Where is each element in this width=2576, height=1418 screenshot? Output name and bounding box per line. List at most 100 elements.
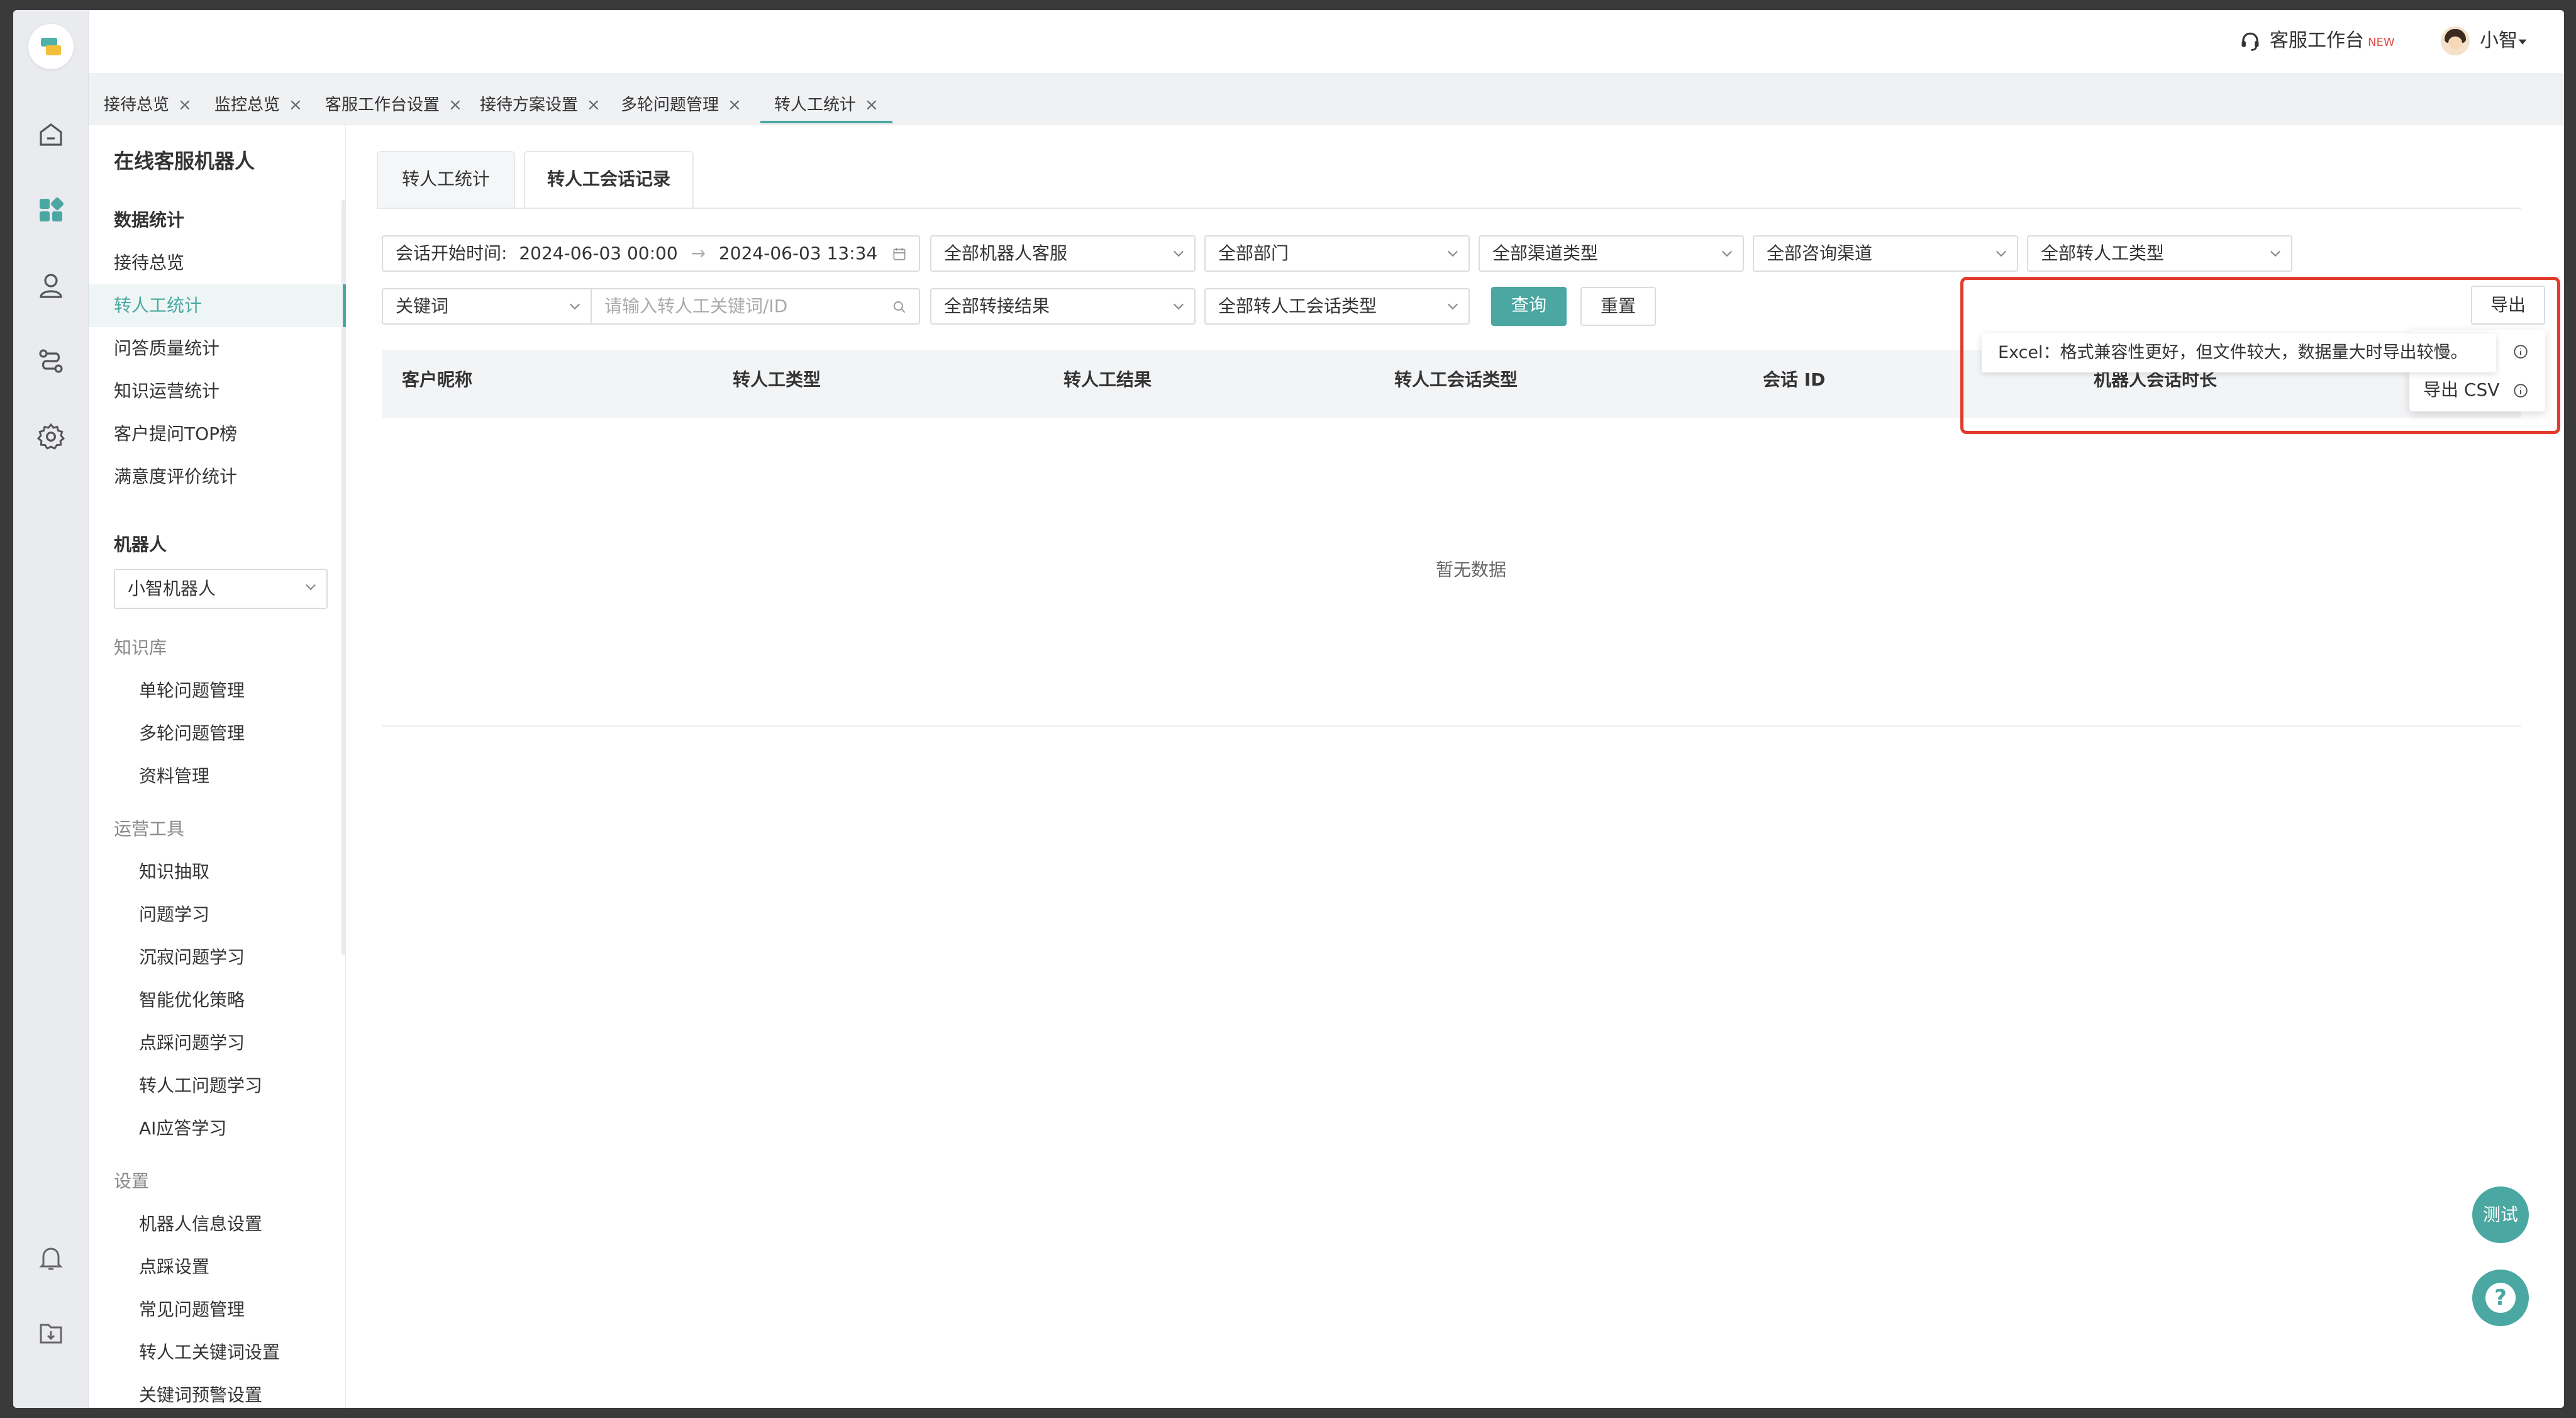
query-button[interactable]: 查询 <box>1491 287 1567 326</box>
tab-close-icon[interactable]: × <box>587 96 601 114</box>
new-badge: NEW <box>2368 36 2395 49</box>
column-customer-nickname: 客户昵称 <box>402 369 473 390</box>
calendar-icon <box>893 248 906 260</box>
robot-select-value: 小智机器人 <box>128 578 216 599</box>
sidebar-item-materials[interactable]: 资料管理 <box>139 765 209 788</box>
chevron-down-icon <box>1996 250 2006 257</box>
test-button[interactable]: 测试 <box>2472 1186 2529 1243</box>
home-icon[interactable] <box>36 120 66 150</box>
chevron-down-icon <box>1448 303 1458 310</box>
sidebar-item-satisfaction[interactable]: 满意度评价统计 <box>114 466 237 488</box>
sidebar-item-reception-overview[interactable]: 接待总览 <box>114 252 184 274</box>
tab-close-icon[interactable]: × <box>289 96 303 114</box>
headset-icon <box>2241 32 2259 51</box>
help-icon: ? <box>2485 1283 2516 1313</box>
tab-label: 多轮问题管理 <box>621 96 719 114</box>
tab-label: 转人工统计 <box>774 96 857 114</box>
channel-type-select[interactable]: 全部渠道类型 <box>1479 235 1744 272</box>
column-session-id: 会话 ID <box>1763 369 1826 390</box>
tab-transfer-statistics[interactable]: 转人工统计 <box>377 151 515 208</box>
sidebar-item-keyword-alert[interactable]: 关键词预警设置 <box>139 1384 262 1407</box>
group-settings: 设置 <box>114 1171 150 1192</box>
tab-transfer-records[interactable]: 转人工会话记录 <box>524 151 694 209</box>
sidebar-item-smart-optimize[interactable]: 智能优化策略 <box>139 989 245 1012</box>
agent-icon[interactable] <box>36 271 66 301</box>
group-ops-tools: 运营工具 <box>114 818 185 839</box>
sidebar-item-knowledge-ops[interactable]: 知识运营统计 <box>114 380 219 403</box>
icon-nav <box>13 10 89 1408</box>
consult-channel-value: 全部咨询渠道 <box>1767 243 1873 264</box>
transfer-result-select[interactable]: 全部转接结果 <box>930 288 1196 325</box>
keyword-type-select[interactable]: 关键词 <box>382 288 592 325</box>
transfer-result-value: 全部转接结果 <box>944 296 1050 316</box>
table-bottom-border <box>382 725 2521 727</box>
sidebar-item-question-learning[interactable]: 问题学习 <box>139 903 209 926</box>
dashboard-icon[interactable] <box>36 195 66 225</box>
tab-close-icon[interactable]: × <box>728 96 741 114</box>
bell-icon[interactable] <box>36 1243 66 1273</box>
sidebar-item-faq[interactable]: 常见问题管理 <box>139 1298 245 1321</box>
date-label: 会话开始时间: <box>396 243 508 264</box>
tab-label: 接待总览 <box>104 96 170 114</box>
chevron-down-icon <box>1722 250 1732 257</box>
channel-type-value: 全部渠道类型 <box>1492 243 1599 264</box>
sidebar-item-dislike-settings[interactable]: 点踩设置 <box>139 1256 209 1278</box>
sidebar-item-robot-info[interactable]: 机器人信息设置 <box>139 1213 262 1236</box>
sidebar-item-top-questions[interactable]: 客户提问TOP榜 <box>114 423 237 445</box>
flow-icon[interactable] <box>36 346 66 376</box>
sidebar-item-transfer-learning[interactable]: 转人工问题学习 <box>139 1075 262 1097</box>
tab-reception-overview[interactable]: 接待总览 × <box>104 87 192 123</box>
app-logo[interactable] <box>28 24 74 69</box>
tab-label: 客服工作台设置 <box>325 96 440 114</box>
date-arrow: → <box>691 243 706 264</box>
chevron-down-icon <box>1174 303 1184 310</box>
caret-down-icon[interactable] <box>2518 36 2528 47</box>
keyword-search-input[interactable]: 请输入转人工关键词/ID <box>591 288 920 325</box>
transfer-type-value: 全部转人工类型 <box>2041 243 2165 264</box>
sidebar-item-transfer-stats[interactable]: 转人工统计 <box>114 294 202 317</box>
sidebar-item-single-turn[interactable]: 单轮问题管理 <box>139 679 245 702</box>
consult-channel-select[interactable]: 全部咨询渠道 <box>1753 235 2018 272</box>
robot-select[interactable]: 小智机器人 <box>114 569 328 609</box>
tab-close-icon[interactable]: × <box>178 96 192 114</box>
tab-label: 接待方案设置 <box>480 96 579 114</box>
tab-monitor-overview[interactable]: 监控总览 × <box>214 87 303 123</box>
main-content: 转人工统计 转人工会话记录 会话开始时间: 2024-06-03 00:00 →… <box>347 125 2564 1408</box>
download-folder-icon[interactable] <box>36 1319 66 1349</box>
date-start: 2024-06-03 00:00 <box>519 243 678 264</box>
column-transfer-result: 转人工结果 <box>1063 369 1152 390</box>
reset-button[interactable]: 重置 <box>1580 287 1656 326</box>
tab-reception-plan[interactable]: 接待方案设置 × <box>480 87 601 123</box>
department-select[interactable]: 全部部门 <box>1204 235 1470 272</box>
keyword-type-value: 关键词 <box>396 296 449 316</box>
user-name[interactable]: 小智 <box>2480 28 2518 53</box>
help-button[interactable]: ? <box>2472 1270 2529 1326</box>
tab-workbench-settings[interactable]: 客服工作台设置 × <box>325 87 462 123</box>
tab-transfer-stats[interactable]: 转人工统计 × <box>760 87 892 123</box>
sidebar-item-silent-learning[interactable]: 沉寂问题学习 <box>139 946 245 969</box>
sidebar-item-dislike-learning[interactable]: 点踩问题学习 <box>139 1032 245 1054</box>
tab-label: 监控总览 <box>214 96 280 114</box>
search-icon[interactable] <box>891 299 908 315</box>
app-window: 客服工作台 NEW 小智 接待总览 × 监控总览 × 客服工作台设置 × 接待方案设置… <box>13 10 2564 1408</box>
sidebar-item-qa-quality[interactable]: 问答质量统计 <box>114 337 219 360</box>
workbench-link[interactable]: 客服工作台 <box>2270 28 2364 53</box>
settings-gear-icon[interactable] <box>36 421 66 452</box>
tab-close-icon[interactable]: × <box>448 96 462 114</box>
session-type-select[interactable]: 全部转人工会话类型 <box>1204 288 1470 325</box>
sidebar-item-ai-learning[interactable]: AI应答学习 <box>139 1117 226 1140</box>
sidebar: 在线客服机器人 数据统计 接待总览 转人工统计 问答质量统计 知识运营统计 客户… <box>89 125 346 1408</box>
robot-service-select[interactable]: 全部机器人客服 <box>930 235 1196 272</box>
sidebar-item-multi-turn[interactable]: 多轮问题管理 <box>139 722 245 745</box>
avatar[interactable] <box>2441 26 2470 55</box>
empty-state: 暂无数据 <box>1436 559 1507 580</box>
sidebar-item-extract[interactable]: 知识抽取 <box>139 861 209 883</box>
transfer-type-select[interactable]: 全部转人工类型 <box>2027 235 2292 272</box>
group-stats: 数据统计 <box>114 209 185 230</box>
tab-close-icon[interactable]: × <box>865 96 879 114</box>
sidebar-item-transfer-keywords[interactable]: 转人工关键词设置 <box>139 1341 280 1364</box>
date-range-picker[interactable]: 会话开始时间: 2024-06-03 00:00 → 2024-06-03 13… <box>382 235 920 272</box>
column-transfer-type: 转人工类型 <box>733 369 821 390</box>
tab-multi-turn[interactable]: 多轮问题管理 × <box>621 87 741 123</box>
top-bar: 客服工作台 NEW 小智 <box>89 10 2564 73</box>
